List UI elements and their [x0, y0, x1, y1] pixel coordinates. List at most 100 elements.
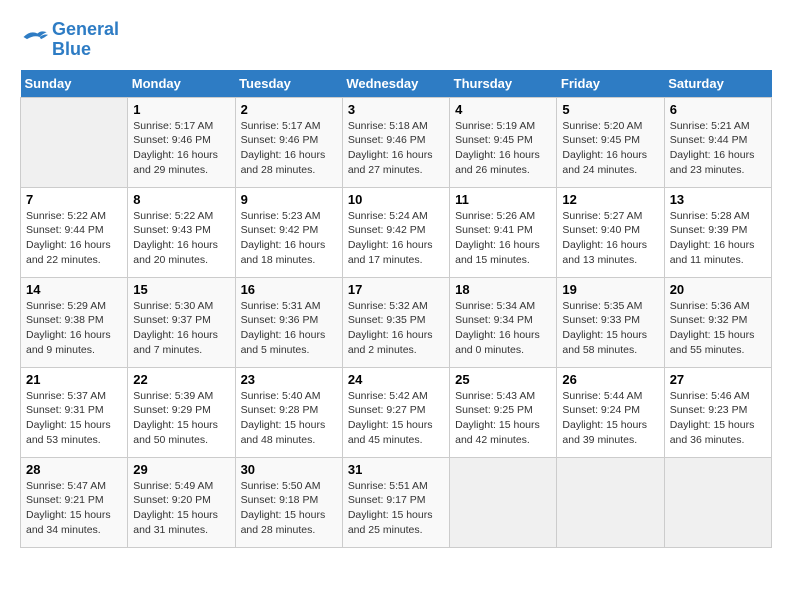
- calendar-cell: 26 Sunrise: 5:44 AM Sunset: 9:24 PM Dayli…: [557, 367, 664, 457]
- calendar-cell: 28Sunrise: 5:47 AM Sunset: 9:21 PM Dayli…: [21, 457, 128, 547]
- calendar-week-row: 21 Sunrise: 5:37 AM Sunset: 9:31 PM Dayli…: [21, 367, 772, 457]
- day-number: 14: [26, 282, 122, 297]
- day-number: 5: [562, 102, 658, 117]
- day-info: Sunrise: 5:30 AM Sunset: 9:37 PM Dayligh…: [133, 299, 229, 358]
- day-info: Sunrise: 5:49 AM Sunset: 9:20 PM Dayligh…: [133, 479, 229, 538]
- calendar-cell: 30 Sunrise: 5:50 AM Sunset: 9:18 PM Dayli…: [235, 457, 342, 547]
- calendar-cell: 16 Sunrise: 5:31 AM Sunset: 9:36 PM Dayli…: [235, 277, 342, 367]
- calendar-cell: [21, 97, 128, 187]
- day-info: Sunrise: 5:46 AM Sunset: 9:23 PM Dayligh…: [670, 389, 766, 448]
- calendar-cell: 3Sunrise: 5:18 AM Sunset: 9:46 PM Daylig…: [342, 97, 449, 187]
- calendar-cell: 25 Sunrise: 5:43 AM Sunset: 9:25 PM Dayli…: [450, 367, 557, 457]
- day-info: Sunrise: 5:36 AM Sunset: 9:32 PM Dayligh…: [670, 299, 766, 358]
- logo-text: General Blue: [52, 20, 119, 60]
- weekday-header: Monday: [128, 70, 235, 98]
- weekday-header: Saturday: [664, 70, 771, 98]
- day-info: Sunrise: 5:26 AM Sunset: 9:41 PM Dayligh…: [455, 209, 551, 268]
- day-number: 17: [348, 282, 444, 297]
- calendar-cell: 2 Sunrise: 5:17 AM Sunset: 9:46 PM Daylig…: [235, 97, 342, 187]
- calendar-week-row: 14 Sunrise: 5:29 AM Sunset: 9:38 PM Dayli…: [21, 277, 772, 367]
- calendar-cell: [450, 457, 557, 547]
- day-number: 26: [562, 372, 658, 387]
- weekday-header: Wednesday: [342, 70, 449, 98]
- day-info: Sunrise: 5:22 AM Sunset: 9:44 PM Dayligh…: [26, 209, 122, 268]
- day-number: 6: [670, 102, 766, 117]
- weekday-header: Sunday: [21, 70, 128, 98]
- day-number: 25: [455, 372, 551, 387]
- day-number: 29: [133, 462, 229, 477]
- logo: General Blue: [20, 20, 119, 60]
- day-info: Sunrise: 5:32 AM Sunset: 9:35 PM Dayligh…: [348, 299, 444, 358]
- day-info: Sunrise: 5:50 AM Sunset: 9:18 PM Dayligh…: [241, 479, 337, 538]
- calendar-cell: 8Sunrise: 5:22 AM Sunset: 9:43 PM Daylig…: [128, 187, 235, 277]
- day-number: 23: [241, 372, 337, 387]
- day-number: 22: [133, 372, 229, 387]
- day-info: Sunrise: 5:51 AM Sunset: 9:17 PM Dayligh…: [348, 479, 444, 538]
- day-info: Sunrise: 5:27 AM Sunset: 9:40 PM Dayligh…: [562, 209, 658, 268]
- calendar-week-row: 7 Sunrise: 5:22 AM Sunset: 9:44 PM Daylig…: [21, 187, 772, 277]
- calendar-table: SundayMondayTuesdayWednesdayThursdayFrid…: [20, 70, 772, 548]
- calendar-cell: 27 Sunrise: 5:46 AM Sunset: 9:23 PM Dayli…: [664, 367, 771, 457]
- day-number: 1: [133, 102, 229, 117]
- calendar-cell: 15 Sunrise: 5:30 AM Sunset: 9:37 PM Dayli…: [128, 277, 235, 367]
- calendar-cell: 17 Sunrise: 5:32 AM Sunset: 9:35 PM Dayli…: [342, 277, 449, 367]
- day-number: 2: [241, 102, 337, 117]
- day-number: 19: [562, 282, 658, 297]
- day-number: 12: [562, 192, 658, 207]
- day-info: Sunrise: 5:37 AM Sunset: 9:31 PM Dayligh…: [26, 389, 122, 448]
- day-info: Sunrise: 5:47 AM Sunset: 9:21 PM Dayligh…: [26, 479, 122, 538]
- calendar-cell: 18 Sunrise: 5:34 AM Sunset: 9:34 PM Dayli…: [450, 277, 557, 367]
- calendar-cell: 23 Sunrise: 5:40 AM Sunset: 9:28 PM Dayli…: [235, 367, 342, 457]
- day-number: 18: [455, 282, 551, 297]
- day-info: Sunrise: 5:21 AM Sunset: 9:44 PM Dayligh…: [670, 119, 766, 178]
- calendar-cell: 31 Sunrise: 5:51 AM Sunset: 9:17 PM Dayli…: [342, 457, 449, 547]
- calendar-cell: 22 Sunrise: 5:39 AM Sunset: 9:29 PM Dayli…: [128, 367, 235, 457]
- day-info: Sunrise: 5:22 AM Sunset: 9:43 PM Dayligh…: [133, 209, 229, 268]
- weekday-header: Thursday: [450, 70, 557, 98]
- calendar-cell: 1Sunrise: 5:17 AM Sunset: 9:46 PM Daylig…: [128, 97, 235, 187]
- day-info: Sunrise: 5:40 AM Sunset: 9:28 PM Dayligh…: [241, 389, 337, 448]
- day-number: 16: [241, 282, 337, 297]
- weekday-header: Tuesday: [235, 70, 342, 98]
- day-number: 30: [241, 462, 337, 477]
- day-info: Sunrise: 5:29 AM Sunset: 9:38 PM Dayligh…: [26, 299, 122, 358]
- calendar-week-row: 28Sunrise: 5:47 AM Sunset: 9:21 PM Dayli…: [21, 457, 772, 547]
- day-info: Sunrise: 5:31 AM Sunset: 9:36 PM Dayligh…: [241, 299, 337, 358]
- calendar-cell: 5 Sunrise: 5:20 AM Sunset: 9:45 PM Daylig…: [557, 97, 664, 187]
- logo-bird-icon: [20, 26, 48, 48]
- day-number: 9: [241, 192, 337, 207]
- day-info: Sunrise: 5:24 AM Sunset: 9:42 PM Dayligh…: [348, 209, 444, 268]
- day-info: Sunrise: 5:34 AM Sunset: 9:34 PM Dayligh…: [455, 299, 551, 358]
- weekday-header: Friday: [557, 70, 664, 98]
- day-number: 21: [26, 372, 122, 387]
- calendar-cell: 9Sunrise: 5:23 AM Sunset: 9:42 PM Daylig…: [235, 187, 342, 277]
- day-info: Sunrise: 5:20 AM Sunset: 9:45 PM Dayligh…: [562, 119, 658, 178]
- day-info: Sunrise: 5:19 AM Sunset: 9:45 PM Dayligh…: [455, 119, 551, 178]
- day-number: 11: [455, 192, 551, 207]
- day-info: Sunrise: 5:43 AM Sunset: 9:25 PM Dayligh…: [455, 389, 551, 448]
- day-number: 31: [348, 462, 444, 477]
- day-info: Sunrise: 5:44 AM Sunset: 9:24 PM Dayligh…: [562, 389, 658, 448]
- day-info: Sunrise: 5:18 AM Sunset: 9:46 PM Dayligh…: [348, 119, 444, 178]
- calendar-cell: 24Sunrise: 5:42 AM Sunset: 9:27 PM Dayli…: [342, 367, 449, 457]
- day-number: 15: [133, 282, 229, 297]
- calendar-cell: 13 Sunrise: 5:28 AM Sunset: 9:39 PM Dayli…: [664, 187, 771, 277]
- day-info: Sunrise: 5:17 AM Sunset: 9:46 PM Dayligh…: [241, 119, 337, 178]
- calendar-cell: 12 Sunrise: 5:27 AM Sunset: 9:40 PM Dayli…: [557, 187, 664, 277]
- day-number: 7: [26, 192, 122, 207]
- day-number: 20: [670, 282, 766, 297]
- calendar-cell: 21 Sunrise: 5:37 AM Sunset: 9:31 PM Dayli…: [21, 367, 128, 457]
- day-number: 24: [348, 372, 444, 387]
- calendar-cell: 10 Sunrise: 5:24 AM Sunset: 9:42 PM Dayli…: [342, 187, 449, 277]
- day-number: 27: [670, 372, 766, 387]
- calendar-cell: 7 Sunrise: 5:22 AM Sunset: 9:44 PM Daylig…: [21, 187, 128, 277]
- calendar-cell: 6 Sunrise: 5:21 AM Sunset: 9:44 PM Daylig…: [664, 97, 771, 187]
- calendar-header-row: SundayMondayTuesdayWednesdayThursdayFrid…: [21, 70, 772, 98]
- calendar-cell: 20 Sunrise: 5:36 AM Sunset: 9:32 PM Dayli…: [664, 277, 771, 367]
- calendar-cell: 14 Sunrise: 5:29 AM Sunset: 9:38 PM Dayli…: [21, 277, 128, 367]
- day-info: Sunrise: 5:28 AM Sunset: 9:39 PM Dayligh…: [670, 209, 766, 268]
- day-number: 10: [348, 192, 444, 207]
- day-number: 13: [670, 192, 766, 207]
- day-info: Sunrise: 5:39 AM Sunset: 9:29 PM Dayligh…: [133, 389, 229, 448]
- calendar-cell: 11 Sunrise: 5:26 AM Sunset: 9:41 PM Dayli…: [450, 187, 557, 277]
